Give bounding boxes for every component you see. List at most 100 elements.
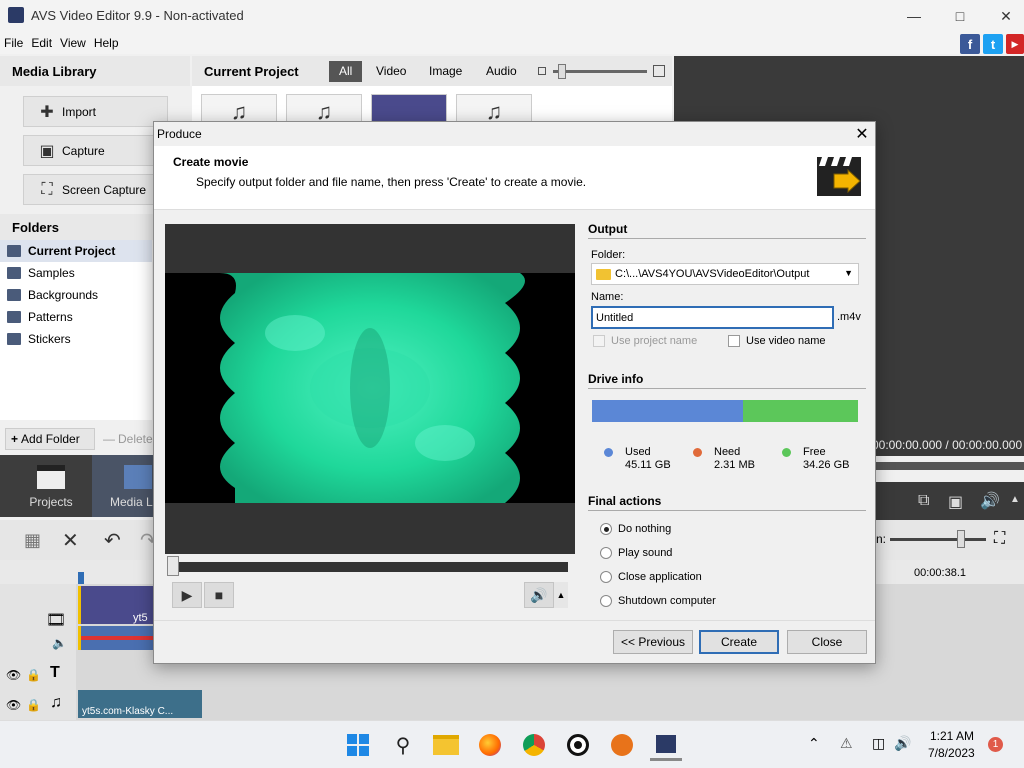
tab-all[interactable]: All xyxy=(329,61,363,82)
timeline-time: 00:00:38.1 xyxy=(914,567,966,579)
fullscreen-icon[interactable]: ⧉ xyxy=(918,492,929,510)
display-icon[interactable]: ◫ xyxy=(872,735,885,752)
zoom-slider[interactable] xyxy=(890,538,986,541)
folder-current-project[interactable]: Current Project xyxy=(0,240,152,262)
dialog-close-icon[interactable]: ✕ xyxy=(850,124,874,144)
close-window-button[interactable]: ✕ xyxy=(983,0,1024,32)
folder-samples[interactable]: Samples xyxy=(0,262,152,284)
audio-editor-icon[interactable] xyxy=(606,729,638,761)
volume-dropdown-icon[interactable]: ▲ xyxy=(554,582,568,608)
radio-shutdown-computer[interactable]: Shutdown computer xyxy=(600,595,716,607)
thumb-size-slider-handle[interactable] xyxy=(558,64,566,79)
audio-waveform-clip[interactable] xyxy=(78,626,156,650)
tab-audio[interactable]: Audio xyxy=(476,61,527,82)
menu-view[interactable]: View xyxy=(56,32,90,50)
audio-clip[interactable]: yt5s.com-Klasky C... xyxy=(78,690,202,718)
use-project-name-label: Use project name xyxy=(611,335,698,347)
folder-select[interactable]: C:\...\AVS4YOU\AVSVideoEditor\Output ▼ xyxy=(591,263,859,285)
output-divider xyxy=(588,238,866,239)
preview-controls: ⧉ ▣ 🔊 ▲ xyxy=(876,482,1024,520)
lock-icon[interactable]: 🔒 xyxy=(26,668,41,682)
zoom-slider-handle[interactable] xyxy=(957,530,965,548)
storyboard-icon[interactable]: ▦ xyxy=(24,530,41,551)
large-thumb-icon xyxy=(653,65,665,77)
use-project-name-checkbox[interactable]: Use project name xyxy=(593,335,697,347)
menu-file[interactable]: File xyxy=(0,32,27,50)
speaker-icon[interactable]: 🔊 xyxy=(894,735,911,752)
folder-label: Folder: xyxy=(591,249,626,261)
volume-icon: 🔊 xyxy=(530,586,548,603)
chevron-up-icon[interactable]: ⌃ xyxy=(808,735,820,752)
play-button[interactable]: ▶ xyxy=(172,582,202,608)
menu-help[interactable]: Help xyxy=(90,32,123,50)
network-off-icon[interactable]: ⚠ xyxy=(840,735,853,752)
add-folder-button[interactable]: + Add Folder xyxy=(5,428,95,450)
capture-button[interactable]: ▣ Capture xyxy=(23,135,168,166)
drive-free-segment xyxy=(743,400,858,422)
windows-start-icon[interactable] xyxy=(342,729,374,761)
chrome-icon[interactable] xyxy=(518,729,550,761)
screen-capture-button[interactable]: ⛶ Screen Capture xyxy=(23,174,168,205)
firefox-icon[interactable] xyxy=(474,729,506,761)
volume-button[interactable]: 🔊 xyxy=(524,582,554,608)
chevron-down-icon: ▼ xyxy=(844,268,853,278)
thumb-size-slider[interactable] xyxy=(553,70,647,73)
playhead[interactable] xyxy=(78,572,84,584)
undo-icon[interactable]: ↶ xyxy=(104,528,121,553)
stop-button[interactable]: ■ xyxy=(204,582,234,608)
video-seek-handle[interactable] xyxy=(167,556,179,576)
folder-label: Backgrounds xyxy=(28,288,99,302)
radio-play-sound[interactable]: Play sound xyxy=(600,547,672,559)
create-button[interactable]: Create xyxy=(699,630,779,654)
drive-info-section-title: Drive info xyxy=(588,372,644,386)
projects-tab[interactable]: Projects xyxy=(5,455,97,517)
close-button[interactable]: Close xyxy=(787,630,867,654)
video-clip[interactable]: yt5 xyxy=(78,586,156,624)
previous-button[interactable]: << Previous xyxy=(613,630,693,654)
name-input[interactable] xyxy=(591,306,834,329)
use-video-name-checkbox[interactable]: Use video name xyxy=(728,335,826,347)
eye-icon[interactable]: 👁 xyxy=(6,668,21,682)
delete-icon[interactable]: ✕ xyxy=(62,528,79,553)
tab-video[interactable]: Video xyxy=(366,61,416,82)
small-thumb-icon xyxy=(538,67,546,75)
minimize-button[interactable]: — xyxy=(891,0,937,32)
youtube-icon[interactable]: ▶ xyxy=(1006,34,1024,54)
maximize-button[interactable]: □ xyxy=(937,0,983,32)
folder-icon xyxy=(596,268,611,280)
tab-image[interactable]: Image xyxy=(419,61,472,82)
volume-arrow-icon[interactable]: ▲ xyxy=(1010,494,1020,505)
need-label: Need xyxy=(714,446,741,458)
folder-icon xyxy=(7,245,21,257)
radio-circle xyxy=(600,571,612,583)
dialog-title: Produce xyxy=(157,127,202,141)
avs-video-editor-taskbar-icon[interactable] xyxy=(650,729,682,761)
video-seek-bar[interactable] xyxy=(170,562,568,572)
snapshot-icon[interactable]: ▣ xyxy=(948,492,963,512)
recorder-icon[interactable] xyxy=(562,729,594,761)
preview-time: 00:00:00.000 / 00:00:00.000 xyxy=(872,438,1023,452)
radio-close-application[interactable]: Close application xyxy=(600,571,702,583)
menu-edit[interactable]: Edit xyxy=(27,32,56,50)
folder-icon xyxy=(7,333,21,345)
radio-do-nothing[interactable]: Do nothing xyxy=(600,523,671,535)
clock-time[interactable]: 1:21 AM xyxy=(930,729,974,743)
fit-timeline-icon[interactable]: ⛶ xyxy=(994,530,1005,548)
search-icon[interactable]: ⚲ xyxy=(387,729,419,761)
preview-seek-bar[interactable] xyxy=(876,462,1024,470)
window-title: AVS Video Editor 9.9 - Non-activated xyxy=(31,8,244,23)
facebook-icon[interactable]: f xyxy=(960,34,980,54)
file-explorer-icon[interactable] xyxy=(430,729,462,761)
twitter-icon[interactable]: t xyxy=(983,34,1003,54)
delete-folder-button[interactable]: — Delete xyxy=(100,428,153,450)
lock-icon[interactable]: 🔒 xyxy=(26,698,41,712)
clock-date[interactable]: 7/8/2023 xyxy=(928,746,975,760)
import-button[interactable]: ✚ Import xyxy=(23,96,168,127)
eye-icon[interactable]: 👁 xyxy=(6,698,21,712)
folder-stickers[interactable]: Stickers xyxy=(0,328,152,350)
mute-icon[interactable]: 🔈 xyxy=(52,636,67,650)
volume-icon[interactable]: 🔊 xyxy=(980,491,1000,511)
folder-backgrounds[interactable]: Backgrounds xyxy=(0,284,152,306)
notification-badge[interactable]: 1 xyxy=(988,737,1003,752)
folder-patterns[interactable]: Patterns xyxy=(0,306,152,328)
